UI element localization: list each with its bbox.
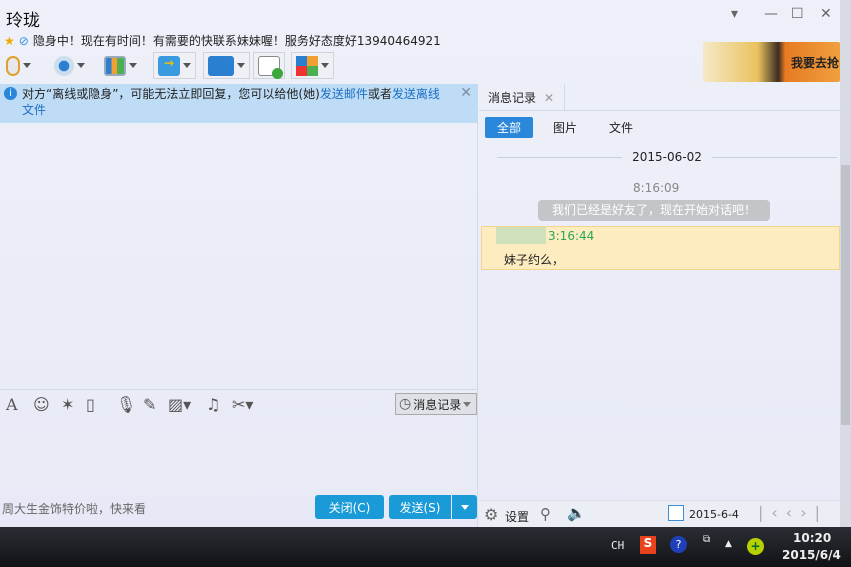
clock-date[interactable]: 2015/6/4 [782,548,841,562]
chevron-down-icon [321,63,329,68]
message-input[interactable] [0,416,478,492]
close-notice-icon[interactable]: ✕ [460,85,472,101]
taskbar: CH S ? ⧉ ▲ + 10:20 2015/6/4 [0,527,851,567]
voice-message-icon[interactable]: 🎙 [116,395,136,414]
notice-text: 对方“离线或隐身”，可能无法立即回复，您可以给他(她) [22,87,320,101]
filter-all[interactable]: 全部 [485,117,533,138]
calendar-date[interactable]: 2015-6-4 [689,508,739,521]
font-icon[interactable]: A [6,395,18,414]
speaker-icon[interactable]: 🔈 [567,504,586,522]
tab-history-label: 消息记录 [488,91,537,105]
network-icon[interactable]: ⧉ [703,534,710,545]
chevron-down-icon [77,63,85,68]
shake-icon[interactable]: ▯ [86,395,95,414]
bottom-ad-link[interactable]: 周大生金饰特价啦，快来看 [2,500,146,517]
search-icon[interactable]: ⚲ [540,505,551,523]
security-icon[interactable]: + [747,538,764,555]
send-file-button[interactable]: → [153,52,196,79]
sender-name-blurred [496,227,546,244]
notice-or: 或者 [367,87,392,101]
image-icon[interactable]: ▨▾ [168,395,191,414]
send-button[interactable]: 发送(S) [389,495,451,519]
maximize-button[interactable]: ☐ [791,6,804,22]
chat-window: 玲珑 ▾ — ☐ ✕ ★ ⊘ 隐身中！现在有时间！有需要的快联系妹妹喔！服务好态… [0,0,840,527]
close-tab-icon[interactable]: ✕ [544,91,554,105]
message-item: 3:16:44 妹子约么， [481,226,840,270]
microphone-icon [6,55,20,76]
apps-icon [296,55,318,76]
remote-desktop-icon [208,55,234,76]
remote-desktop-button[interactable] [203,52,250,79]
sogou-icon[interactable]: S [640,536,656,554]
screenshot-icon[interactable]: ✂▾ [232,395,253,414]
camera-icon [54,55,74,76]
emoji-icon[interactable]: ☺ [33,395,50,414]
system-time: 8:16:09 [633,181,680,195]
pagination-icons[interactable]: |‹‹›| [758,503,828,522]
chevron-down-icon [183,63,191,68]
apps-button[interactable] [291,52,334,79]
message-time: 3:16:44 [548,229,595,243]
chevron-down-icon [23,63,31,68]
scrollbar[interactable] [840,0,851,527]
scrollbar-thumb[interactable] [841,165,850,425]
offline-notice: i 对方“离线或隐身”，可能无法立即回复，您可以给他(她)发送邮件或者发送离线文… [0,84,478,123]
history-label: 消息记录 [413,397,462,412]
ad-banner-text: 我要去抢 [791,56,840,70]
edit-icon[interactable]: ✎ [143,395,156,414]
show-hidden-icons[interactable]: ▲ [725,539,732,549]
filter-files[interactable]: 文件 [597,117,645,138]
close-button[interactable]: 关闭(C) [315,495,384,519]
chevron-down-icon [237,63,245,68]
magic-icon[interactable]: ✶ [61,395,74,414]
add-chat-icon [258,55,283,79]
close-window-button[interactable]: ✕ [820,6,832,22]
voice-call-button[interactable] [6,52,31,79]
menu-dropdown-icon[interactable]: ▾ [731,6,738,22]
clock-time[interactable]: 10:20 [793,531,831,545]
filter-images[interactable]: 图片 [541,117,589,138]
language-indicator[interactable]: CH [611,539,624,552]
screen-share-icon [104,55,126,76]
status-icon: ⊘ [18,33,29,48]
clock-icon: ◷ [399,396,412,412]
signature-text: 隐身中！现在有时间！有需要的快联系妹妹喔！服务好态度好13940464921 [32,34,441,48]
send-email-link[interactable]: 发送邮件 [320,87,368,101]
signature: ★ ⊘ 隐身中！现在有时间！有需要的快联系妹妹喔！服务好态度好139404649… [4,32,441,49]
minimize-button[interactable]: — [764,6,778,22]
help-icon[interactable]: ? [670,536,687,553]
settings-label[interactable]: 设置 [505,508,529,525]
history-date: 2015-06-02 [632,150,702,164]
chevron-down-icon [460,504,469,510]
star-icon: ★ [4,33,15,48]
screen-share-button[interactable] [104,52,137,79]
music-icon[interactable]: ♫ [206,395,220,414]
chevron-down-icon [463,401,472,407]
video-call-button[interactable] [54,52,85,79]
message-text: 妹子约么， [504,253,565,267]
create-discussion-button[interactable] [253,52,285,79]
send-options-button[interactable] [452,495,477,519]
send-file-icon: → [158,55,180,76]
history-tabbar: 消息记录 ✕ [479,84,840,111]
ad-banner[interactable]: 我要去抢 [703,42,840,82]
contact-name: 玲珑 [6,11,40,31]
date-separator: 2015-06-02 [497,150,837,164]
history-button[interactable]: ◷ 消息记录 [395,393,477,415]
settings-icon[interactable]: ⚙ [484,505,498,524]
calendar-icon[interactable] [668,505,684,521]
divider [0,389,478,390]
system-message: 我们已经是好友了，现在开始对话吧！ [538,200,770,221]
chevron-down-icon [129,63,137,68]
info-icon: i [4,87,17,100]
tab-history[interactable]: 消息记录 ✕ [479,84,565,111]
